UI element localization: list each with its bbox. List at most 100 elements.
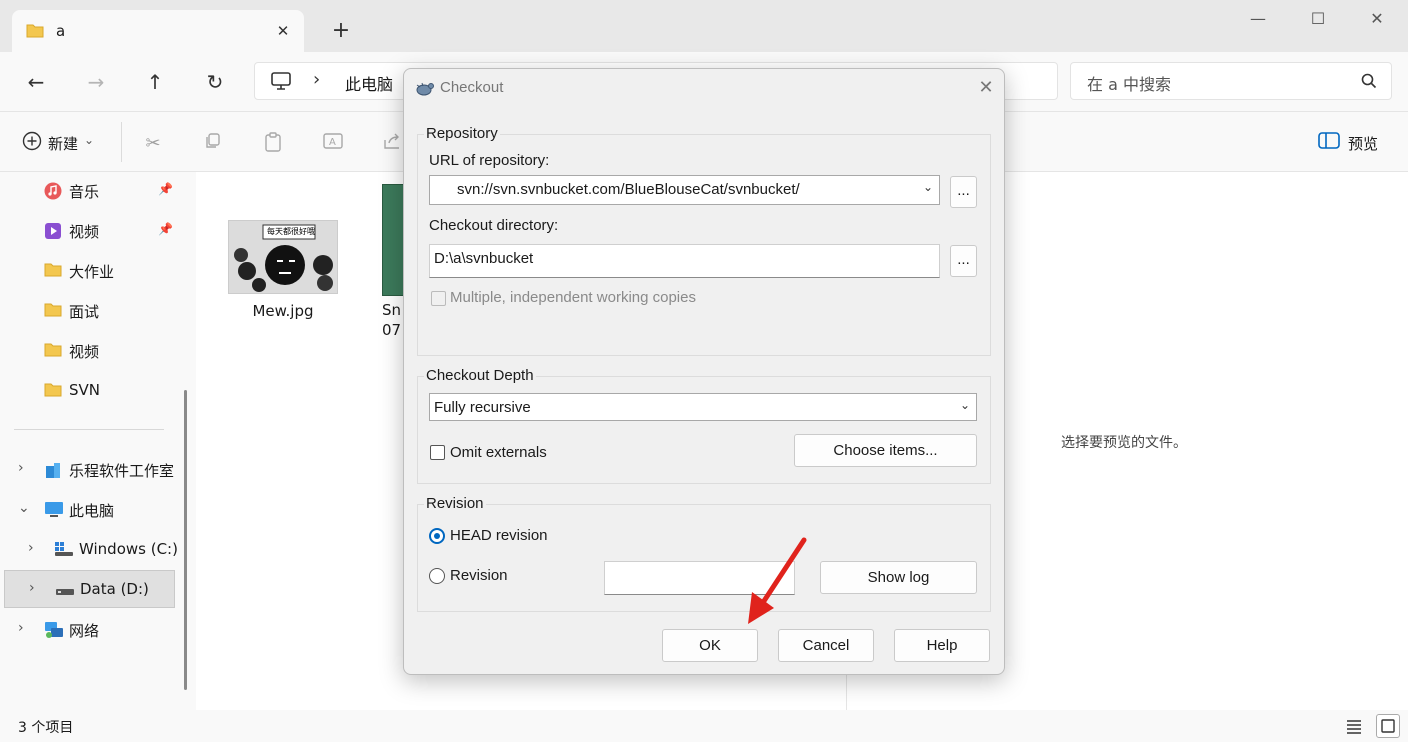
image-thumbnail	[382, 184, 404, 296]
help-button[interactable]: Help	[894, 629, 990, 662]
close-window-button[interactable]: ✕	[1362, 8, 1392, 30]
show-log-button[interactable]: Show log	[820, 561, 977, 594]
dialog-close-button[interactable]: ✕	[974, 75, 998, 99]
sidebar-item-folder-homework[interactable]: 大作业	[0, 252, 180, 290]
sidebar-item-videos[interactable]: 视频 📌	[0, 212, 180, 250]
checkout-dialog: Checkout ✕ Repository URL of repository:…	[403, 68, 1005, 675]
preview-label: 预览	[1348, 134, 1379, 153]
plus-circle-icon	[22, 131, 42, 155]
back-button[interactable]: ←	[22, 68, 50, 96]
share-icon[interactable]	[381, 132, 405, 156]
thumbnail-caption: 每天都很好哦	[267, 227, 315, 236]
sidebar-item-folder-interview[interactable]: 面试	[0, 292, 180, 330]
checkout-directory-value: D:\a\svnbucket	[434, 250, 534, 267]
depth-combobox[interactable]: Fully recursive ⌄	[429, 393, 977, 421]
sidebar-item-workspace[interactable]: › 乐程软件工作室	[0, 451, 180, 489]
repository-group-label: Repository	[424, 125, 500, 142]
tab-close-icon[interactable]: ✕	[272, 20, 294, 42]
sidebar-item-label: 视频	[69, 343, 100, 361]
new-button-label: 新建	[48, 134, 79, 153]
sidebar-divider	[14, 429, 164, 430]
cut-icon[interactable]: ✂	[141, 132, 165, 156]
sidebar-item-folder-videos[interactable]: 视频	[0, 332, 180, 370]
chevron-down-icon[interactable]: ⌄	[18, 500, 30, 516]
tab-a[interactable]: a ✕	[12, 10, 304, 52]
chevron-right-icon[interactable]: ›	[29, 580, 35, 596]
tortoisesvn-icon	[414, 79, 434, 100]
computer-icon	[44, 501, 64, 523]
search-input[interactable]: 在 a 中搜索	[1070, 62, 1392, 100]
annotation-arrow-icon	[748, 537, 807, 624]
ok-button[interactable]: OK	[662, 629, 758, 662]
multiple-copies-checkbox[interactable]	[431, 291, 446, 306]
details-view-icon[interactable]	[1344, 716, 1366, 738]
cancel-button[interactable]: Cancel	[778, 629, 874, 662]
sidebar-item-drive-d[interactable]: › Data (D:)	[4, 570, 175, 608]
sidebar-item-label: 面试	[69, 303, 100, 321]
refresh-button[interactable]: ↻	[201, 68, 229, 96]
video-icon	[44, 222, 62, 244]
sidebar-scrollbar[interactable]	[184, 390, 187, 690]
revision-label: Revision	[450, 567, 508, 584]
sidebar-item-label: 此电脑	[69, 502, 115, 520]
file-item-mew[interactable]: 每天都很好哦 Mew.jpg	[228, 220, 338, 320]
chevron-down-icon: ⌄	[84, 133, 95, 147]
up-button[interactable]: ↑	[141, 68, 169, 96]
minimize-button[interactable]: —	[1243, 8, 1273, 30]
copy-icon[interactable]	[201, 132, 225, 156]
sidebar-item-label: Data (D:)	[80, 580, 149, 598]
folder-icon	[44, 342, 62, 361]
sidebar-item-label: Windows (C:)	[79, 540, 178, 558]
url-browse-button[interactable]: ...	[950, 176, 977, 208]
url-label: URL of repository:	[429, 152, 550, 169]
new-tab-button[interactable]: +	[328, 18, 354, 44]
pin-icon[interactable]: 📌	[158, 222, 173, 236]
sidebar-item-label: 音乐	[69, 183, 100, 201]
chevron-down-icon[interactable]: ⌄	[923, 180, 933, 194]
chevron-right-icon[interactable]: ›	[313, 69, 320, 90]
checkout-depth-group-label: Checkout Depth	[424, 367, 536, 384]
checkout-directory-input[interactable]: D:\a\svnbucket	[429, 244, 940, 278]
chevron-down-icon[interactable]: ⌄	[960, 398, 970, 412]
sidebar-item-network[interactable]: › 网络	[0, 611, 180, 649]
toolbar-divider	[121, 122, 122, 162]
tiles-view-icon[interactable]	[1376, 714, 1400, 738]
windows-drive-icon	[54, 541, 74, 561]
chevron-right-icon[interactable]: ›	[18, 460, 24, 476]
navigation-pane: 音乐 📌 视频 📌 大作业 面试 视频 SVN › 乐程软件工作室 ⌄ 此电脑 …	[0, 172, 196, 710]
pin-icon[interactable]: 📌	[158, 182, 173, 196]
image-thumbnail: 每天都很好哦	[228, 220, 338, 294]
network-icon	[44, 621, 64, 643]
preview-button[interactable]: 预览	[1318, 132, 1378, 154]
forward-button[interactable]: →	[82, 68, 110, 96]
folder-icon	[44, 262, 62, 281]
sidebar-item-this-pc[interactable]: ⌄ 此电脑	[0, 491, 180, 529]
head-revision-label: HEAD revision	[450, 527, 548, 544]
sidebar-item-folder-svn[interactable]: SVN	[0, 372, 180, 410]
rename-icon[interactable]: A	[321, 132, 345, 156]
tab-bar: a ✕ + — ☐ ✕	[0, 0, 1408, 52]
maximize-button[interactable]: ☐	[1303, 8, 1333, 30]
sidebar-item-drive-c[interactable]: › Windows (C:)	[0, 531, 180, 569]
music-icon	[44, 182, 62, 204]
omit-externals-checkbox[interactable]	[430, 445, 445, 460]
chevron-right-icon[interactable]: ›	[18, 620, 24, 636]
chevron-right-icon[interactable]: ›	[28, 540, 34, 556]
new-button[interactable]: 新建 ⌄	[22, 131, 94, 155]
directory-browse-button[interactable]: ...	[950, 245, 977, 277]
folder-icon	[44, 382, 62, 401]
search-placeholder: 在 a 中搜索	[1087, 75, 1171, 94]
choose-items-button[interactable]: Choose items...	[794, 434, 977, 467]
folder-icon	[44, 302, 62, 321]
computer-icon	[271, 72, 291, 94]
sidebar-item-label: 乐程软件工作室	[69, 462, 175, 480]
head-revision-radio[interactable]	[429, 528, 445, 544]
paste-icon[interactable]	[261, 132, 285, 156]
sidebar-item-music[interactable]: 音乐 📌	[0, 172, 180, 210]
revision-radio[interactable]	[429, 568, 445, 584]
drive-icon	[55, 583, 75, 601]
url-value: svn://svn.svnbucket.com/BlueBlouseCat/sv…	[457, 181, 800, 198]
breadcrumb-this-pc[interactable]: 此电脑	[345, 71, 393, 95]
sidebar-item-label: 网络	[69, 622, 100, 640]
url-combobox[interactable]: svn://svn.svnbucket.com/BlueBlouseCat/sv…	[429, 175, 940, 205]
